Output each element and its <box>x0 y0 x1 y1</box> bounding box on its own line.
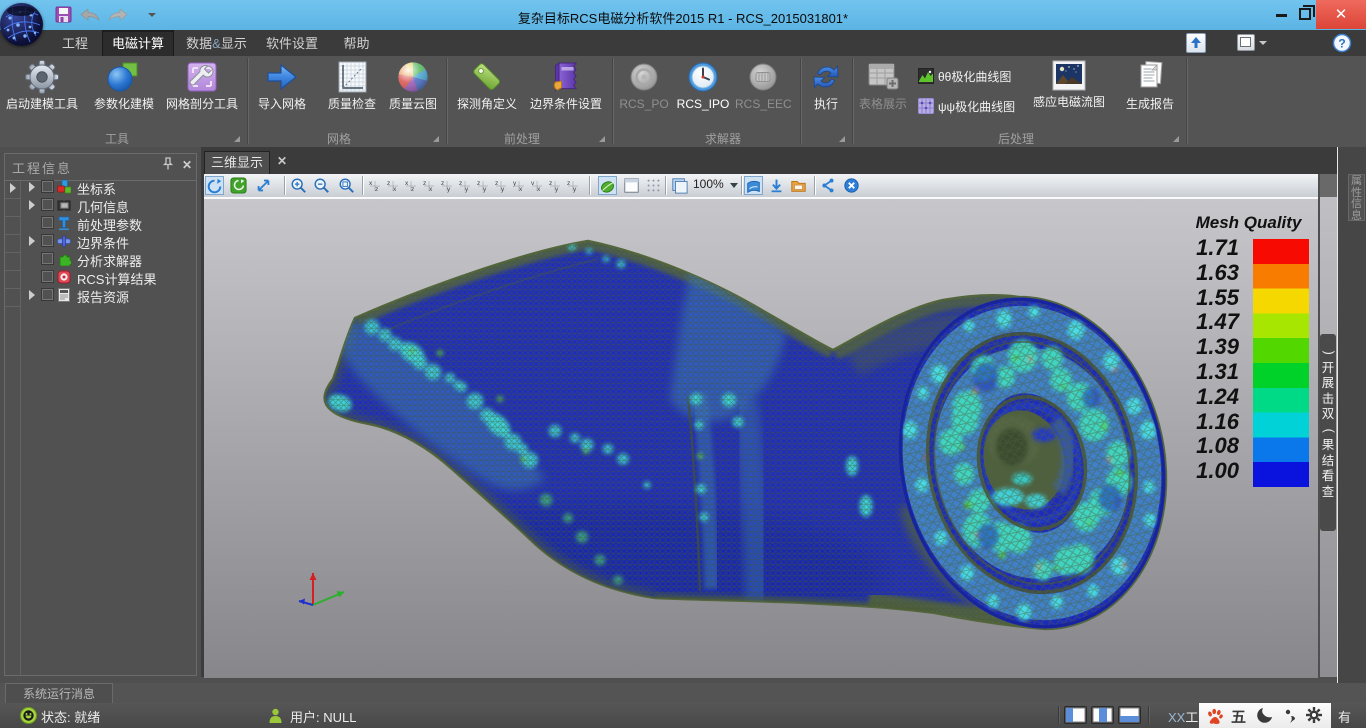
svg-text:y: y <box>465 186 469 193</box>
svg-text:z: z <box>375 186 378 193</box>
svg-text:x: x <box>537 186 541 193</box>
svg-text:y: y <box>483 186 487 193</box>
svg-text:?: ? <box>1338 37 1345 51</box>
svg-text:z: z <box>411 186 414 193</box>
svg-text:y: y <box>555 186 559 193</box>
svg-text:y: y <box>501 186 505 193</box>
svg-text:x: x <box>519 186 523 193</box>
svg-text:y: y <box>573 186 577 193</box>
svg-text:x: x <box>429 186 433 193</box>
svg-text:y: y <box>447 186 451 193</box>
svg-text:x: x <box>393 186 397 193</box>
